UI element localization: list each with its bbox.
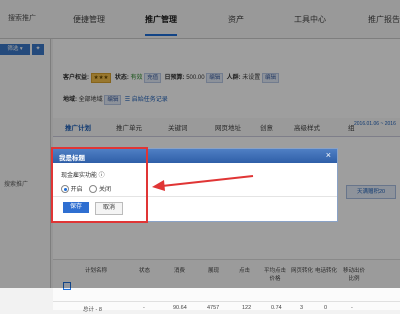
close-icon[interactable]: × [326, 150, 331, 160]
annotation-arrow-icon [152, 175, 254, 191]
cell-phone-conv: 0 [324, 305, 328, 311]
cell-status: - [143, 305, 145, 311]
cell-cost: 90.64 [173, 305, 187, 311]
highlight-box [51, 147, 148, 223]
cell-impressions: 4757 [207, 305, 220, 311]
table-row: 总计 - 8 - 90.64 4757 122 0.74 3 0 - [53, 301, 400, 314]
modal-overlay [0, 0, 400, 288]
cell-web-conv: 3 [300, 305, 304, 311]
cell-mobile-bid: - [351, 305, 353, 311]
cell-avg-cpc: 0.74 [271, 305, 282, 311]
cell-clicks: 122 [242, 305, 252, 311]
cell-plan: 总计 - 8 [83, 307, 102, 313]
